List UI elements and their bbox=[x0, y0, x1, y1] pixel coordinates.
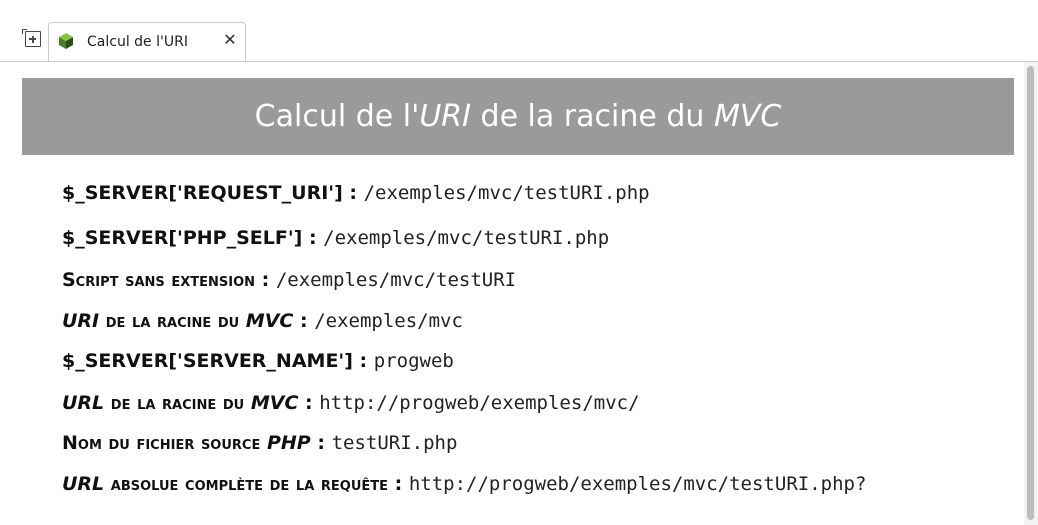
info-row-url-racine: URL de la racine du MVC : http://progweb… bbox=[62, 389, 640, 417]
info-row-php-self: $_SERVER['PHP_SELF'] : /exemples/mvc/tes… bbox=[62, 224, 609, 252]
scrollbar-thumb[interactable] bbox=[1027, 66, 1034, 520]
row-separator: : bbox=[352, 350, 374, 372]
tab-title: Calcul de l'URI bbox=[87, 34, 188, 50]
cube-icon bbox=[59, 33, 73, 49]
row-label-mid: absolue complète de la requête bbox=[104, 473, 388, 495]
row-label: URL de la racine du MVC bbox=[62, 392, 298, 414]
row-label-text: Nom du fichier source bbox=[62, 432, 267, 454]
row-label-em-uri: URI bbox=[62, 310, 100, 332]
pin-tab-icon[interactable] bbox=[22, 29, 41, 47]
info-row-nom-fichier: Nom du fichier source PHP : testURI.php bbox=[62, 429, 457, 457]
row-value: /exemples/mvc bbox=[314, 310, 463, 332]
row-label: URL absolue complète de la requête bbox=[62, 473, 388, 495]
row-label-mid: de la racine du bbox=[104, 392, 251, 414]
heading-em-mvc: MVC bbox=[713, 99, 782, 134]
info-row-script-sans-extension: Script sans extension : /exemples/mvc/te… bbox=[62, 266, 516, 294]
row-value: testURI.php bbox=[331, 432, 458, 454]
tab-strip: Calcul de l'URI ✕ bbox=[0, 0, 1038, 62]
row-label-em-url: URL bbox=[62, 392, 105, 414]
row-label-mid: de la racine du bbox=[99, 310, 246, 332]
close-icon[interactable]: ✕ bbox=[221, 31, 239, 49]
page-content: Calcul de l'URI de la racine du MVC $_SE… bbox=[0, 62, 1038, 525]
info-row-url-absolue: URL absolue complète de la requête : htt… bbox=[62, 470, 866, 498]
row-label-em-url: URL bbox=[62, 473, 105, 495]
row-label: $_SERVER['PHP_SELF'] bbox=[62, 227, 303, 249]
row-label: $_SERVER['SERVER_NAME'] bbox=[62, 350, 353, 372]
tab-calcul-uri[interactable]: Calcul de l'URI ✕ bbox=[48, 22, 246, 62]
page-heading: Calcul de l'URI de la racine du MVC bbox=[22, 78, 1014, 155]
row-label-em-mvc: MVC bbox=[250, 392, 299, 414]
row-value: progweb bbox=[373, 350, 454, 372]
row-value: /exemples/mvc/testURI.php bbox=[323, 227, 610, 249]
row-separator: : bbox=[388, 473, 409, 495]
row-value: http://progweb/exemples/mvc/testURI.php? bbox=[408, 473, 867, 495]
info-row-uri-racine: URI de la racine du MVC : /exemples/mvc bbox=[62, 307, 463, 335]
row-value: /exemples/mvc/testURI bbox=[275, 269, 517, 291]
row-separator: : bbox=[255, 269, 276, 291]
row-separator: : bbox=[342, 182, 364, 204]
row-label: URI de la racine du MVC bbox=[62, 310, 293, 332]
row-label-em-mvc: MVC bbox=[245, 310, 294, 332]
page-title: Calcul de l'URI de la racine du MVC bbox=[22, 78, 1014, 155]
row-label: $_SERVER['REQUEST_URI'] bbox=[62, 182, 343, 204]
row-separator: : bbox=[298, 392, 320, 414]
row-label: Nom du fichier source PHP bbox=[62, 432, 311, 454]
row-label-em-php: PHP bbox=[266, 432, 311, 454]
heading-text-1: Calcul de l' bbox=[254, 99, 420, 134]
row-separator: : bbox=[302, 227, 324, 249]
info-row-request-uri: $_SERVER['REQUEST_URI'] : /exemples/mvc/… bbox=[62, 179, 650, 207]
row-value: http://progweb/exemples/mvc/ bbox=[319, 392, 640, 414]
info-row-server-name: $_SERVER['SERVER_NAME'] : progweb bbox=[62, 347, 454, 375]
row-separator: : bbox=[293, 310, 315, 332]
row-separator: : bbox=[310, 432, 332, 454]
row-value: /exemples/mvc/testURI.php bbox=[363, 182, 650, 204]
browser-window: Calcul de l'URI ✕ Calcul de l'URI de la … bbox=[0, 0, 1038, 525]
row-label: Script sans extension bbox=[62, 269, 256, 291]
heading-em-uri: URI bbox=[419, 99, 471, 134]
vertical-scrollbar[interactable] bbox=[1024, 62, 1038, 525]
heading-text-2: de la racine du bbox=[470, 99, 714, 134]
